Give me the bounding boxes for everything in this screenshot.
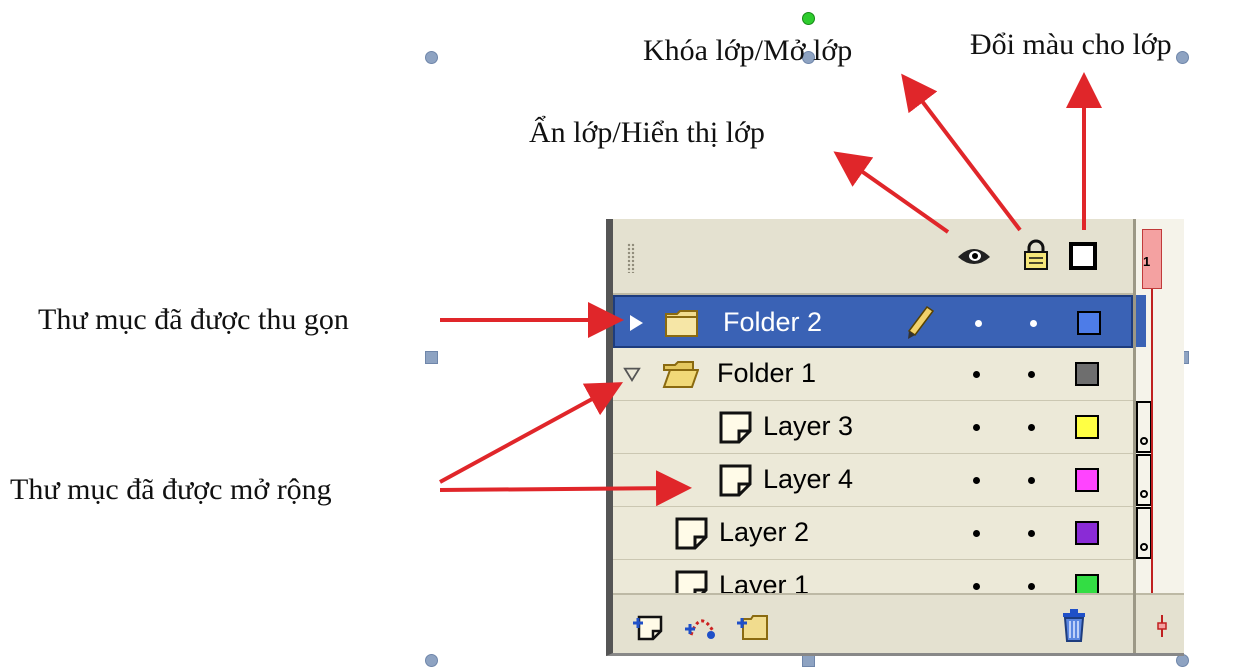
layer-name[interactable]: Layer 3 [763,413,853,440]
annotation-expanded-folder: Thư mục đã được mở rộng [10,473,332,506]
layers-header [613,219,1133,295]
delete-layer-icon[interactable] [1059,607,1089,643]
panel-grip[interactable] [627,243,635,273]
center-frame-icon[interactable] [1156,615,1168,637]
rotation-handle[interactable] [802,12,815,25]
visibility-dot[interactable] [973,583,980,590]
resize-handle-top-left[interactable] [425,51,438,64]
eye-icon[interactable] [957,245,991,267]
lock-dot[interactable] [1030,320,1037,327]
layer-row-folder-2[interactable]: Folder 2 [613,295,1133,348]
outline-icon[interactable] [1069,242,1097,270]
visibility-dot[interactable] [973,477,980,484]
layer-row-layer-4[interactable]: Layer 4 [613,454,1133,507]
frames-strip: 1 [1136,219,1184,653]
layer-row-layer-3[interactable]: Layer 3 [613,401,1133,454]
arrow-lock [901,73,1022,232]
insert-layer-icon[interactable] [631,611,665,643]
layer-name[interactable]: Layer 4 [763,466,853,493]
layer-color-swatch[interactable] [1075,521,1099,545]
resize-handle-top-right[interactable] [1176,51,1189,64]
lock-dot[interactable] [1028,530,1035,537]
open-folder-icon [662,361,699,388]
lock-icon[interactable] [1023,239,1049,271]
layer-color-swatch[interactable] [1075,362,1099,386]
frame-number: 1 [1143,254,1151,269]
resize-handle-bottom-left[interactable] [425,654,438,667]
lock-dot[interactable] [1028,371,1035,378]
frames-toolbar [1136,593,1184,653]
closed-folder-icon [665,310,698,337]
visibility-dot[interactable] [973,424,980,431]
annotation-collapsed-folder: Thư mục đã được thu gọn [38,303,349,336]
layer-page-icon [719,464,752,497]
layer-color-swatch[interactable] [1075,468,1099,492]
timeline-layers-panel: Folder 2 Folder 1 Layer 3 Layer 4 Layer … [606,219,1184,656]
pencil-icon [907,305,935,339]
layer-name[interactable]: Layer 2 [719,519,809,546]
visibility-dot[interactable] [973,530,980,537]
lock-dot[interactable] [1028,477,1035,484]
selected-frame-cell[interactable] [1136,295,1146,347]
layer-name[interactable]: Folder 2 [723,309,822,336]
layer-color-swatch[interactable] [1075,415,1099,439]
lock-dot[interactable] [1028,583,1035,590]
keyframe-layer-4[interactable] [1136,454,1152,506]
annotation-visibility: Ẩn lớp/Hiển thị lớp [529,116,765,149]
current-frame-marker[interactable]: 1 [1142,229,1162,289]
layer-page-icon [675,517,708,550]
keyframe-layer-3[interactable] [1136,401,1152,453]
expanded-triangle-icon[interactable] [623,364,641,384]
add-motion-guide-icon[interactable] [683,611,717,643]
collapsed-triangle-icon[interactable] [627,313,645,333]
lock-dot[interactable] [1028,424,1035,431]
layer-name[interactable]: Folder 1 [717,360,816,387]
playhead-line [1151,289,1153,604]
annotation-lock: Khóa lớp/Mở lớp [643,34,853,67]
layers-toolbar [613,593,1133,653]
layer-color-swatch[interactable] [1077,311,1101,335]
insert-layer-folder-icon[interactable] [735,611,769,643]
layer-row-layer-2[interactable]: Layer 2 [613,507,1133,560]
annotation-color: Đổi màu cho lớp [970,28,1172,61]
visibility-dot[interactable] [973,371,980,378]
layer-page-icon [719,411,752,444]
visibility-dot[interactable] [975,320,982,327]
layer-row-folder-1[interactable]: Folder 1 [613,348,1133,401]
arrow-expanded-folder [439,382,624,484]
keyframe-layer-2[interactable] [1136,507,1152,559]
resize-handle-middle-left[interactable] [425,351,438,364]
